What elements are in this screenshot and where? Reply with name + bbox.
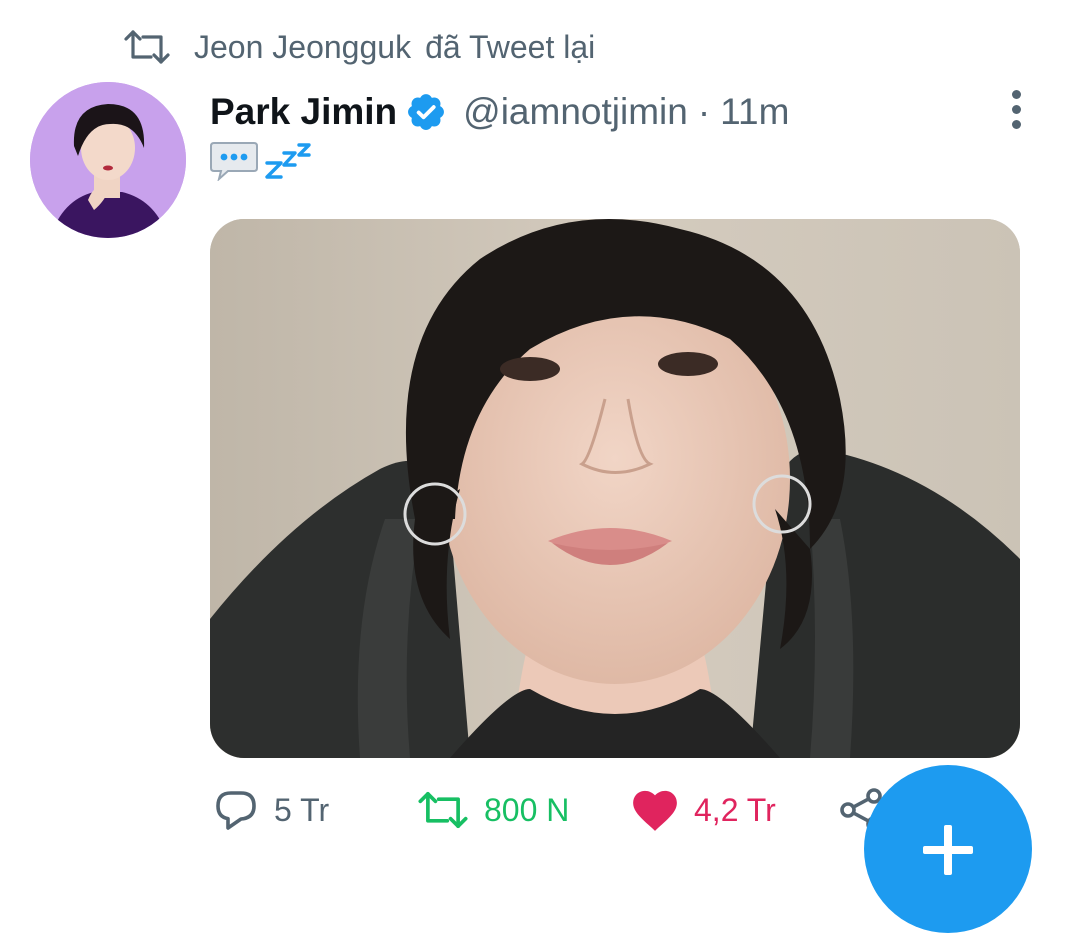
retweet-action-label: đã Tweet lại [425,28,596,65]
reply-count: 5 Tr [274,791,330,828]
user-handle[interactable]: @iamnotjimin [463,91,688,133]
heart-icon [633,790,677,831]
tweet-text [210,140,314,182]
avatar[interactable] [30,82,186,238]
separator-dot: · [697,91,711,132]
more-options-icon[interactable] [1000,88,1034,132]
verified-badge-icon [408,94,445,130]
retweet-context[interactable]: Jeon Jeongguk đã Tweet lại [122,24,595,70]
reply-icon [216,791,256,830]
reply-button[interactable]: 5 Tr [212,778,329,842]
timestamp[interactable]: 11m [720,91,789,133]
retweet-icon [418,791,468,829]
tweet-photo[interactable] [210,219,1020,758]
speech-balloon-icon [210,142,258,181]
like-button[interactable]: 4,2 Tr [630,778,776,842]
retweet-icon [124,30,170,64]
tweet-header: Park Jimin @iamnotjimin · 11m [210,84,789,140]
compose-tweet-button[interactable] [864,765,1032,933]
retweeter-name[interactable]: Jeon Jeongguk [194,29,411,66]
retweet-count: 800 N [484,791,570,828]
zzz-icon [265,143,311,179]
display-name[interactable]: Park Jimin [210,91,397,133]
like-count: 4,2 Tr [694,791,776,828]
retweet-button[interactable]: 800 N [416,778,569,842]
